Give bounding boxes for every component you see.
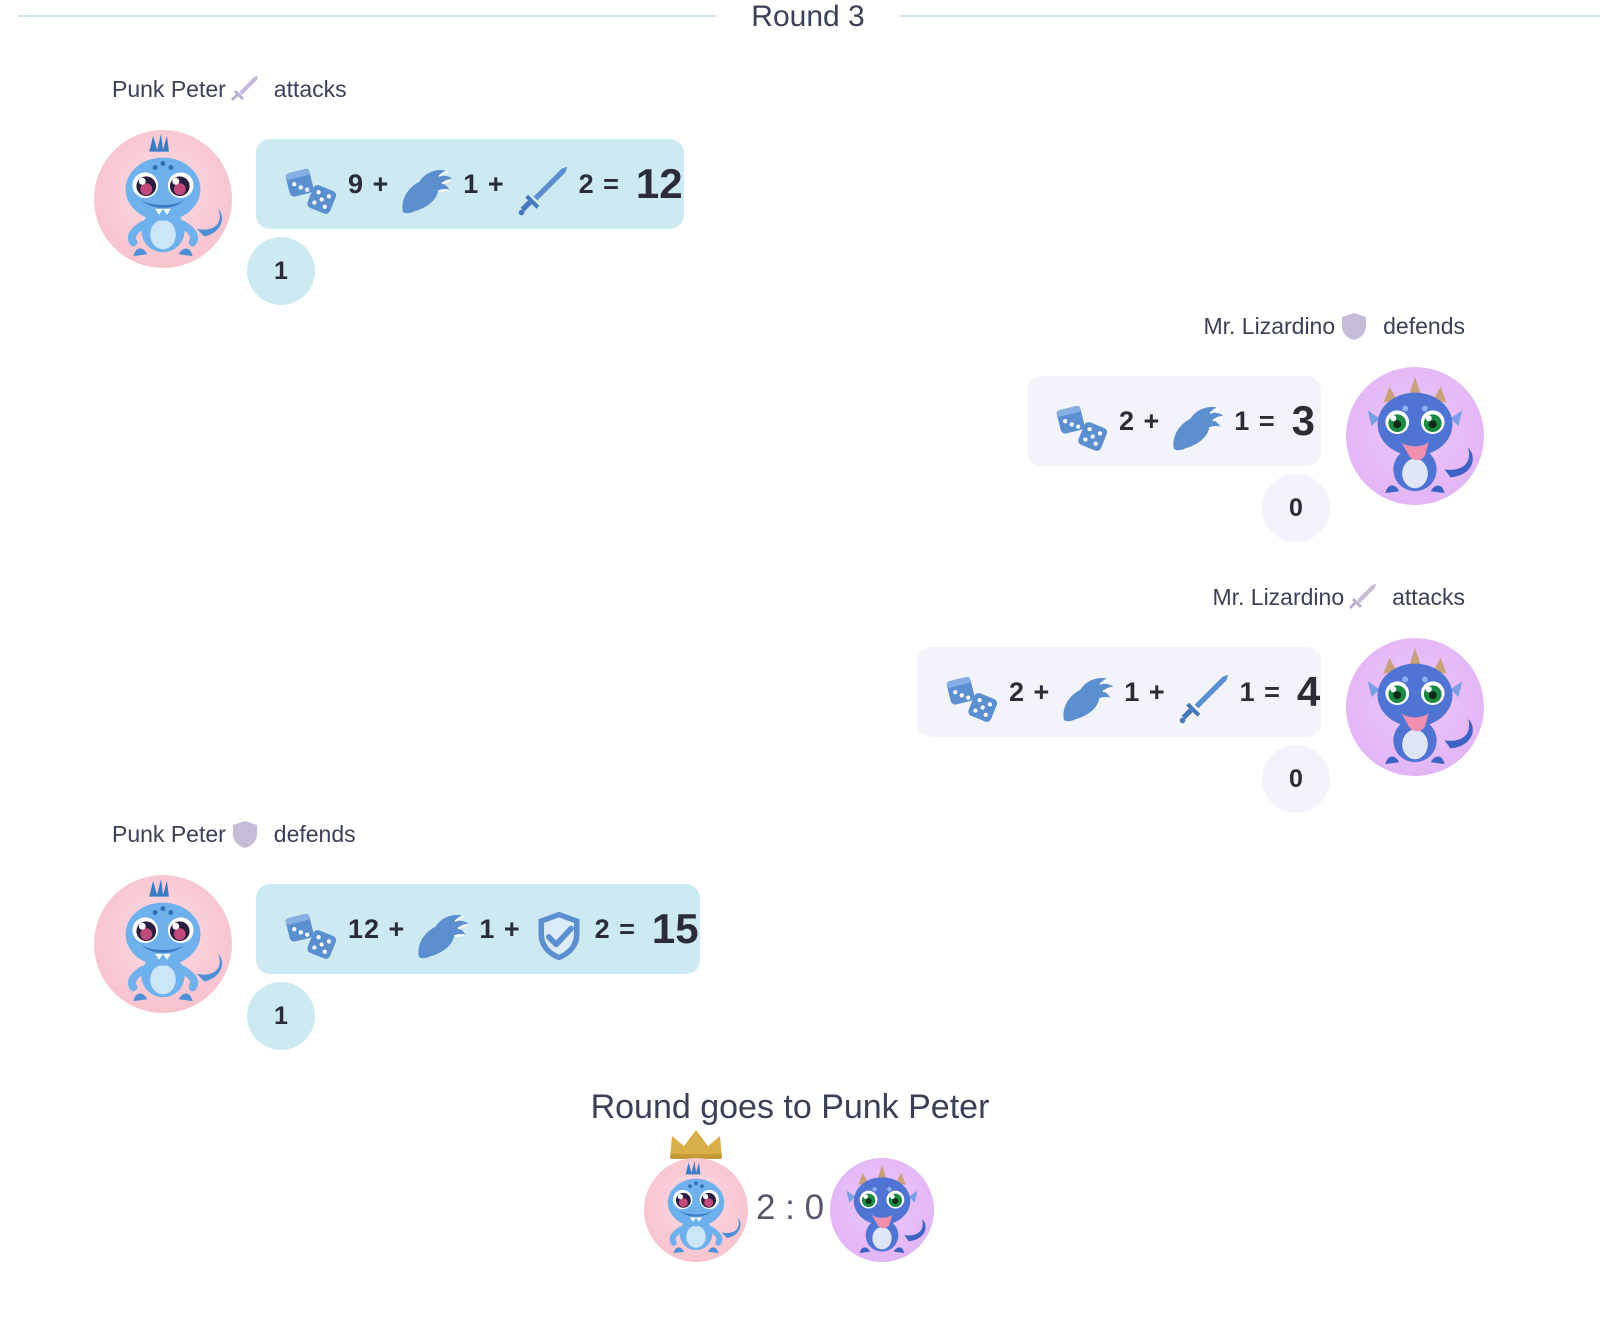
- dice-icon: [284, 908, 340, 964]
- term-value: 1 =: [1239, 676, 1281, 707]
- sword-icon: [230, 74, 260, 104]
- term-value: 9 +: [348, 168, 390, 199]
- crown-icon: [668, 1128, 724, 1160]
- sword-icon: [515, 163, 571, 219]
- term-value: 1 +: [463, 168, 505, 199]
- round-divider-right: [900, 15, 1600, 17]
- turn-1-score: 1: [247, 237, 315, 305]
- term-value: 2 +: [1009, 676, 1051, 707]
- term-value: 2 =: [578, 168, 620, 199]
- winner-avatar-punk-peter: [644, 1158, 748, 1262]
- claw-icon: [1170, 400, 1226, 456]
- round-divider-left: [18, 15, 716, 17]
- round-title: Round 3: [751, 0, 865, 33]
- turn-4-score: 1: [247, 982, 315, 1050]
- claw-icon: [399, 163, 455, 219]
- avatar-mr-lizardino-small: [830, 1158, 934, 1262]
- round-result-text: Round goes to Punk Peter: [590, 1088, 990, 1126]
- turn-3-score: 0: [1262, 745, 1330, 813]
- round-score: 2 : 0: [755, 1188, 825, 1227]
- shield-icon: [230, 819, 260, 849]
- sword-icon: [1348, 582, 1378, 612]
- term-value: 1 =: [1234, 405, 1276, 436]
- action-label: defends: [1383, 312, 1465, 339]
- claw-icon: [415, 908, 471, 964]
- turn-total: 4: [1296, 668, 1321, 715]
- turn-4-label: Punk Peter defends: [112, 819, 356, 849]
- turn-4-calculation: 12 + 1 + 2 = 15: [256, 884, 700, 974]
- shield-icon: [1339, 311, 1369, 341]
- dice-icon: [945, 671, 1001, 727]
- turn-2-label: Mr. Lizardino defends: [1000, 311, 1465, 341]
- turn-total: 12: [635, 160, 683, 207]
- player-name: Mr. Lizardino: [1212, 583, 1345, 610]
- shield-check-icon: [531, 908, 587, 964]
- turn-2-score: 0: [1262, 474, 1330, 542]
- turn-3-calculation: 2 + 1 + 1 = 4: [917, 647, 1321, 737]
- action-label: attacks: [273, 75, 347, 102]
- avatar-mr-lizardino: [1346, 367, 1484, 505]
- avatar-punk-peter: [94, 875, 232, 1013]
- action-label: attacks: [1392, 583, 1465, 610]
- claw-icon: [1060, 671, 1116, 727]
- term-value: 12 +: [348, 913, 406, 944]
- round-header: Round 3: [0, 0, 1600, 34]
- turn-total: 15: [651, 905, 699, 952]
- term-value: 2 +: [1119, 405, 1161, 436]
- term-value: 1 +: [479, 913, 521, 944]
- turn-total: 3: [1291, 397, 1315, 444]
- player-name: Mr. Lizardino: [1203, 312, 1336, 339]
- player-name: Punk Peter: [112, 820, 226, 847]
- term-value: 1 +: [1124, 676, 1166, 707]
- turn-1-label: Punk Peter attacks: [112, 74, 347, 104]
- sword-icon: [1176, 671, 1232, 727]
- avatar-mr-lizardino: [1346, 638, 1484, 776]
- avatar-punk-peter: [94, 130, 232, 268]
- turn-1-calculation: 9 + 1 + 2 = 12: [256, 139, 684, 229]
- dice-icon: [1055, 400, 1111, 456]
- turn-2-calculation: 2 + 1 = 3: [1027, 376, 1321, 466]
- player-name: Punk Peter: [112, 75, 226, 102]
- turn-3-label: Mr. Lizardino attacks: [1000, 582, 1465, 612]
- action-label: defends: [273, 820, 356, 847]
- dice-icon: [284, 163, 340, 219]
- term-value: 2 =: [594, 913, 636, 944]
